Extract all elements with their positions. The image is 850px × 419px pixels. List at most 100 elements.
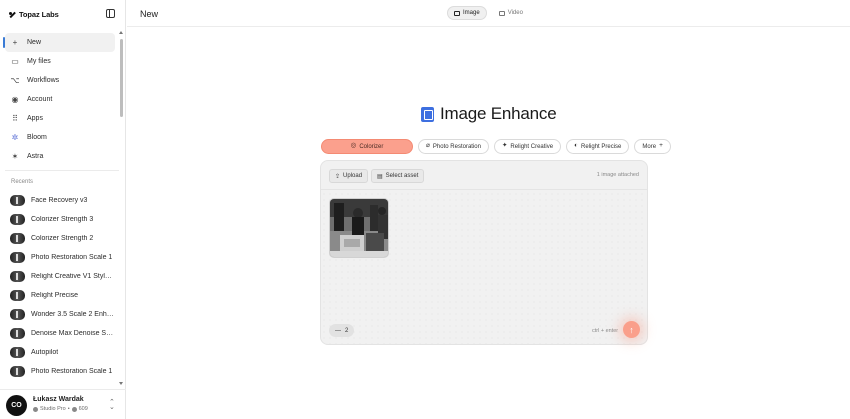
upload-icon: ⇪ (335, 173, 341, 180)
workflow-icon: ⌥ (10, 75, 20, 85)
model-chip-relight-precise[interactable]: ◐ Relight Precise (566, 139, 630, 154)
relight-icon: ◐ (574, 142, 579, 150)
list-item[interactable]: Photo Restoration Scale 1 (5, 362, 115, 381)
upload-button[interactable]: ⇪ Upload (329, 169, 369, 183)
tab-video[interactable]: Video (493, 6, 529, 20)
panel-toolbar: ⇪ Upload ▤ Select asset 1 image attached (321, 161, 647, 190)
sidebar-item-astra[interactable]: ✶ Astra (5, 147, 115, 166)
model-chips: ◎ Colorizer ⌀ Photo Restoration ✦ Religh… (321, 139, 671, 154)
restoration-icon: ⌀ (426, 142, 430, 150)
files-icon: ▭ (11, 56, 19, 66)
recent-label: Wonder 3.5 Scale 2 Enha... (31, 311, 115, 318)
topaz-logo-icon (9, 11, 16, 18)
sidebar-item-my-files[interactable]: ▭ My files (5, 52, 115, 71)
select-asset-button[interactable]: ▤ Select asset (371, 169, 425, 183)
thumbnail (10, 195, 25, 206)
recent-label: Colorizer Strength 2 (31, 235, 94, 242)
thumbnail (10, 252, 25, 263)
list-item[interactable]: Colorizer Strength 3 (5, 210, 115, 229)
sidebar-item-label: Apps (27, 115, 43, 122)
user-credits: 609 (78, 406, 88, 412)
astra-icon: ✶ (11, 151, 19, 161)
recent-label: Colorizer Strength 3 (31, 216, 94, 223)
sidebar-item-label: Bloom (27, 134, 47, 141)
brand-logo[interactable]: Topaz Labs (9, 9, 59, 19)
shortcut-hint: ctrl + enter (592, 328, 619, 334)
sidebar-toggle-icon[interactable] (106, 9, 115, 18)
recent-label: Relight Precise (31, 292, 79, 299)
list-item[interactable]: Relight Precise (5, 286, 115, 305)
sidebar-item-workflows[interactable]: ⌥ Workflows (5, 71, 115, 90)
scroll-down-icon[interactable] (119, 382, 123, 385)
mode-tabs: Image Video (447, 6, 529, 20)
minus-icon[interactable]: — (335, 328, 341, 334)
list-item[interactable]: Autopilot (5, 343, 115, 362)
topbar: New Image Video (127, 0, 850, 27)
recent-label: Relight Creative V1 Style ... (31, 273, 115, 280)
photo-preview (330, 199, 388, 257)
thumbnail (10, 328, 25, 339)
plan-icon (33, 406, 38, 412)
user-meta: Studio Pro • 609 (33, 406, 88, 412)
image-icon (454, 10, 460, 16)
hero: Image Enhance (421, 104, 557, 124)
output-count: 2 (345, 327, 349, 334)
thumbnail (10, 233, 25, 244)
sidebar-item-new[interactable]: + New (5, 33, 115, 52)
list-item[interactable]: Wonder 3.5 Scale 2 Enha... (5, 305, 115, 324)
list-item[interactable]: Colorizer Strength 2 (5, 229, 115, 248)
thumbnail (10, 271, 25, 282)
list-item[interactable]: Photo Restoration Scale 1 (5, 248, 115, 267)
sidebar: Topaz Labs + New ▭ My files ⌥ Workflows … (0, 0, 126, 419)
list-item[interactable]: Denoise Max Denoise Str... (5, 324, 115, 343)
recent-label: Photo Restoration Scale 1 (31, 368, 113, 375)
model-chip-photo-restoration[interactable]: ⌀ Photo Restoration (418, 139, 489, 154)
user-profile[interactable]: CO Łukasz Wardak Studio Pro • 609 ⌃ ⌄ (0, 389, 126, 419)
palette-icon: ◎ (350, 142, 357, 150)
scroll-thumb[interactable] (120, 39, 123, 117)
thumbnail (10, 366, 25, 377)
model-chip-colorizer[interactable]: ◎ Colorizer (321, 139, 413, 154)
upload-label: Upload (343, 173, 363, 179)
thumbnail (10, 290, 25, 301)
chip-label: Relight Creative (510, 143, 554, 150)
input-panel: ⇪ Upload ▤ Select asset 1 image attached… (320, 160, 648, 345)
meta-separator: • (67, 406, 70, 412)
chevron-updown-icon[interactable]: ⌃ ⌄ (109, 399, 115, 411)
plus-icon: + (659, 142, 663, 150)
divider (5, 170, 119, 171)
sidebar-item-label: New (27, 39, 42, 46)
output-count-stepper[interactable]: — 2 (329, 324, 355, 337)
apps-grid-icon: ⠿ (12, 113, 18, 123)
sidebar-item-label: My files (27, 58, 51, 65)
thumbnail (10, 309, 25, 320)
sidebar-item-bloom[interactable]: ✲ Bloom (5, 128, 115, 147)
list-item[interactable]: Face Recovery v3 (5, 191, 115, 210)
scroll-up-icon[interactable] (119, 31, 123, 34)
submit-button[interactable]: ↑ (623, 321, 640, 338)
model-chip-relight-creative[interactable]: ✦ Relight Creative (493, 139, 562, 154)
image-enhance-icon (421, 106, 434, 122)
sidebar-item-label: Workflows (27, 77, 60, 84)
sidebar-item-account[interactable]: ◉ Account (5, 90, 115, 109)
attached-count: 1 image attached (596, 172, 639, 178)
recents-heading: Recents (11, 179, 34, 185)
chip-label: Relight Precise (581, 143, 622, 150)
sidebar-scrollbar[interactable] (119, 31, 124, 385)
tab-image[interactable]: Image (447, 6, 487, 20)
recents-list: Face Recovery v3 Colorizer Strength 3 Co… (5, 191, 115, 381)
asset-icon: ▤ (377, 173, 383, 180)
sidebar-item-label: Astra (27, 153, 44, 160)
sidebar-nav: + New ▭ My files ⌥ Workflows ◉ Account ⠿… (5, 33, 115, 166)
list-item[interactable]: Relight Creative V1 Style ... (5, 267, 115, 286)
more-models-button[interactable]: More + (634, 139, 671, 154)
recent-label: Denoise Max Denoise Str... (31, 330, 115, 337)
page-title: New (140, 9, 159, 19)
credits-icon (71, 406, 77, 412)
brand-name: Topaz Labs (19, 9, 59, 19)
user-plan: Studio Pro (40, 406, 66, 412)
sidebar-item-apps[interactable]: ⠿ Apps (5, 109, 115, 128)
attached-image-thumbnail[interactable] (329, 198, 389, 258)
arrow-up-icon: ↑ (629, 324, 634, 335)
tab-label: Image (463, 10, 480, 16)
